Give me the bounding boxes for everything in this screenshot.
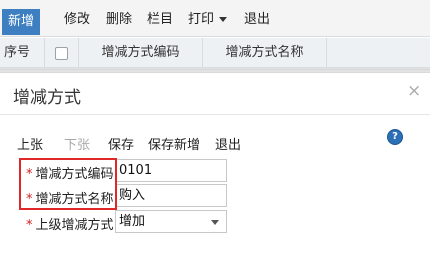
list-toolbar: 新增 修改 删除 栏目 打印 退出 <box>0 0 430 37</box>
add-button[interactable]: 新增 <box>2 9 41 35</box>
dialog-exit-button[interactable]: 退出 <box>215 134 241 153</box>
select-all-checkbox[interactable] <box>55 47 68 60</box>
edit-button[interactable]: 修改 <box>64 10 90 30</box>
column-header-code[interactable]: 增减方式编码 <box>79 38 203 68</box>
column-header-name[interactable]: 增减方式名称 <box>203 38 327 68</box>
required-mark: * <box>26 218 33 233</box>
parent-select[interactable]: 增加 <box>115 210 227 233</box>
columns-button[interactable]: 栏目 <box>147 10 173 30</box>
chevron-down-icon[interactable] <box>211 220 219 225</box>
exit-button[interactable]: 退出 <box>244 10 270 30</box>
column-header-seq[interactable]: 序号 <box>0 38 45 68</box>
dialog-divider <box>0 114 430 115</box>
save-button[interactable]: 保存 <box>108 134 134 153</box>
close-icon[interactable]: × <box>407 81 421 101</box>
dialog-title: 增减方式 <box>13 88 81 108</box>
prev-button[interactable]: 上张 <box>17 134 43 153</box>
list-header: 序号 增减方式编码 增减方式名称 <box>0 38 430 68</box>
chevron-down-icon <box>219 17 228 22</box>
code-input[interactable]: 0101 <box>115 159 227 182</box>
parent-select-value: 增加 <box>119 214 146 229</box>
next-button[interactable]: 下张 <box>64 134 90 153</box>
name-input[interactable]: 购入 <box>115 184 227 207</box>
parent-field-label: * 上级增减方式 <box>26 214 114 233</box>
save-new-button[interactable]: 保存新增 <box>148 134 200 153</box>
help-icon[interactable]: ? <box>388 130 402 144</box>
highlight-box <box>19 158 117 210</box>
delete-button[interactable]: 删除 <box>106 10 132 30</box>
parent-label-text: 上级增减方式 <box>35 218 114 233</box>
print-label: 打印 <box>188 12 215 27</box>
print-button[interactable]: 打印 <box>188 10 228 30</box>
edit-dialog: 增减方式 × 上张 下张 保存 保存新增 退出 ? * 增减方式编码 0101 *… <box>0 72 430 256</box>
